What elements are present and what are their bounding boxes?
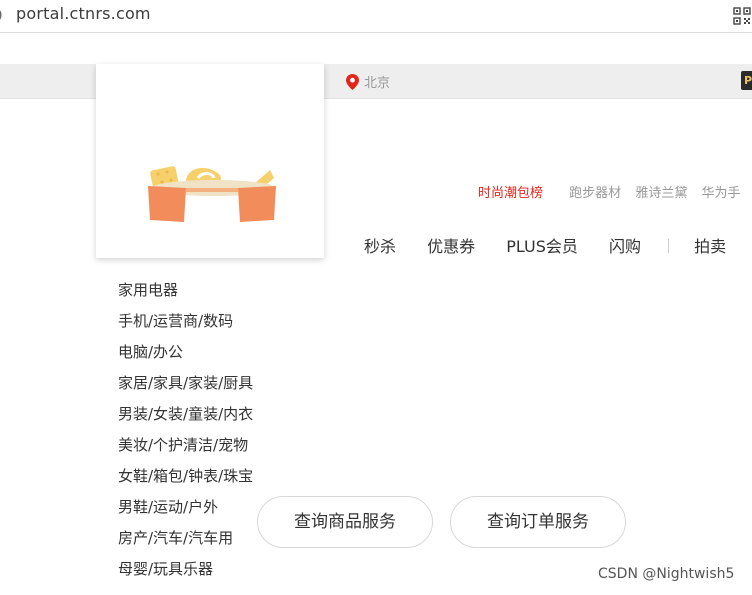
category-item[interactable]: 房产/汽车/汽车用 — [118, 525, 253, 556]
qr-code-icon[interactable] — [733, 7, 751, 25]
nav-item-auction[interactable]: 拍卖 — [694, 233, 726, 257]
url-text[interactable]: portal.ctnrs.com — [16, 4, 151, 23]
main-nav-menu: 秒杀 优惠券 PLUS会员 闪购 拍卖 — [364, 233, 752, 257]
nav-item-seckill[interactable]: 秒杀 — [364, 233, 396, 257]
nav-item-flash-sale[interactable]: 闪购 — [609, 233, 641, 257]
category-item[interactable]: 男装/女装/童装/内衣 — [118, 401, 253, 432]
logo-card[interactable] — [96, 64, 324, 258]
logo-illustration — [148, 166, 276, 222]
nav-item-plus[interactable]: PLUS会员 — [506, 233, 578, 257]
category-item[interactable]: 电脑/办公 — [118, 339, 253, 370]
category-item[interactable]: 男鞋/运动/户外 — [118, 494, 253, 525]
category-item[interactable]: 手机/运营商/数码 — [118, 308, 253, 339]
watermark-text: CSDN @Nightwish5 — [598, 566, 735, 582]
category-item[interactable]: 美妆/个护清洁/宠物 — [118, 432, 253, 463]
query-goods-service-button[interactable]: 查询商品服务 — [257, 496, 433, 548]
page-info-icon[interactable] — [0, 7, 10, 23]
browser-address-bar[interactable]: portal.ctnrs.com — [0, 0, 752, 33]
nav-item-coupons[interactable]: 优惠券 — [427, 233, 475, 257]
category-item[interactable]: 母婴/玩具乐器 — [118, 556, 253, 587]
location-pin-icon — [346, 74, 359, 90]
category-item[interactable]: 家用电器 — [118, 277, 253, 308]
location-text[interactable]: 北京 — [364, 72, 390, 91]
hot-word-link[interactable]: 雅诗兰黛 — [635, 186, 687, 201]
hot-word-link[interactable]: 跑步器材 — [569, 186, 621, 201]
nav-divider — [668, 239, 670, 253]
category-item[interactable]: 女鞋/箱包/钟表/珠宝 — [118, 463, 253, 494]
plus-badge[interactable]: P — [741, 71, 752, 90]
category-list: 家用电器 手机/运营商/数码 电脑/办公 家居/家具/家装/厨具 男装/女装/童… — [118, 277, 253, 587]
hot-word-link[interactable]: 时尚潮包榜 — [478, 186, 543, 201]
hot-search-words: 时尚潮包榜 跑步器材 雅诗兰黛 华为手 — [478, 182, 750, 201]
page-root: portal.ctnrs.com 北京 P 时尚潮包榜 跑步器材 雅诗兰黛 华为… — [0, 0, 752, 595]
category-item[interactable]: 家居/家具/家装/厨具 — [118, 370, 253, 401]
hot-word-link[interactable]: 华为手 — [701, 186, 740, 201]
query-order-service-button[interactable]: 查询订单服务 — [450, 496, 626, 548]
